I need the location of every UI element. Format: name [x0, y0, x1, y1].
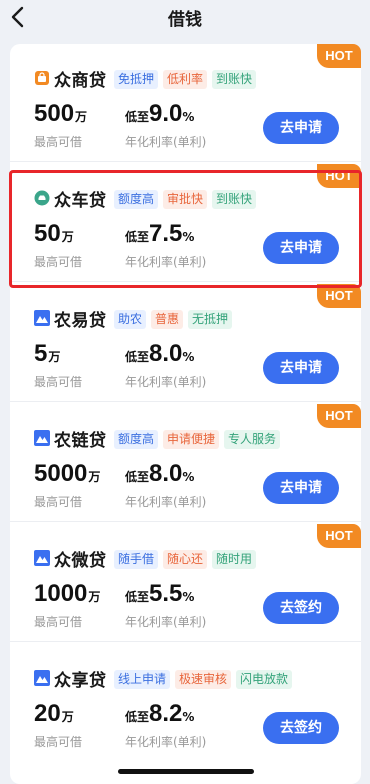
amount-label: 最高可借 — [34, 495, 83, 509]
product-card[interactable]: HOT 众商贷 免抵押 低利率 到账快 500万 最高可借 低至9.0% 年化利率(… — [10, 44, 361, 162]
feature-tags: 助农 普惠 无抵押 — [114, 310, 233, 329]
rate-unit: % — [182, 350, 195, 364]
product-name: 众微贷 — [54, 551, 107, 571]
feature-tags: 额度高 申请便捷 专人服务 — [114, 430, 281, 449]
feature-tag: 随时用 — [212, 550, 257, 569]
apply-button[interactable]: 去申请 — [263, 112, 339, 144]
max-amount: 5000万 — [34, 460, 100, 488]
amount-value: 20 — [34, 700, 61, 727]
feature-tag: 普惠 — [151, 310, 184, 329]
product-card[interactable]: HOT 农链贷 额度高 申请便捷 专人服务 5000万 最高可借 低至8.0% 年化… — [10, 404, 361, 522]
amount-unit: 万 — [61, 710, 74, 724]
product-name: 众享贷 — [54, 671, 107, 691]
feature-tags: 免抵押 低利率 到账快 — [114, 70, 257, 89]
apply-button[interactable]: 去申请 — [263, 352, 339, 384]
rate-label: 年化利率(单利) — [125, 495, 207, 509]
product-card[interactable]: 众享贷 线上申请 极速审核 闪电放款 20万 最高可借 低至8.2% 年化利率(单利… — [10, 644, 361, 762]
rate-label: 年化利率(单利) — [125, 375, 207, 389]
shop-bag-icon — [34, 70, 50, 86]
product-name: 农易贷 — [54, 311, 107, 331]
amount-label: 最高可借 — [34, 735, 83, 749]
mountain-icon — [34, 430, 50, 446]
rate-prefix: 低至 — [125, 590, 150, 604]
rate-label: 年化利率(单利) — [125, 615, 207, 629]
feature-tag: 低利率 — [163, 70, 208, 89]
amount-label: 最高可借 — [34, 615, 83, 629]
feature-tag: 申请便捷 — [163, 430, 220, 449]
feature-tag: 随手借 — [114, 550, 159, 569]
product-name: 农链贷 — [54, 431, 107, 451]
rate-unit: % — [182, 710, 195, 724]
feature-tags: 随手借 随心还 随时用 — [114, 550, 257, 569]
amount-value: 5 — [34, 340, 48, 367]
amount-unit: 万 — [75, 110, 88, 124]
apply-button[interactable]: 去申请 — [263, 472, 339, 504]
amount-unit: 万 — [88, 470, 101, 484]
feature-tag: 闪电放款 — [236, 670, 293, 689]
max-amount: 20万 — [34, 700, 74, 728]
feature-tag: 随心还 — [163, 550, 208, 569]
mountain-icon — [34, 670, 50, 686]
selection-highlight — [9, 170, 362, 288]
feature-tag: 专人服务 — [224, 430, 281, 449]
hot-badge: HOT — [317, 404, 361, 428]
page-title: 借钱 — [168, 10, 202, 30]
amount-value: 5000 — [34, 460, 88, 487]
nav-bar: 借钱 — [0, 0, 370, 32]
card-divider — [10, 521, 361, 522]
feature-tag: 极速审核 — [175, 670, 232, 689]
card-divider — [10, 161, 361, 162]
rate-unit: % — [182, 470, 195, 484]
amount-label: 最高可借 — [34, 135, 83, 149]
feature-tag: 到账快 — [212, 70, 257, 89]
amount-value: 500 — [34, 100, 75, 127]
mountain-icon — [34, 550, 50, 566]
card-divider — [10, 641, 361, 642]
rate-value: 8.0 — [149, 340, 183, 367]
feature-tag: 额度高 — [114, 430, 159, 449]
amount-value: 1000 — [34, 580, 88, 607]
interest-rate: 低至5.5% — [125, 580, 194, 608]
amount-unit: 万 — [48, 350, 61, 364]
rate-unit: % — [182, 110, 195, 124]
product-card[interactable]: HOT 众微贷 随手借 随心还 随时用 1000万 最高可借 低至5.5% 年化利率… — [10, 524, 361, 642]
interest-rate: 低至8.2% — [125, 700, 194, 728]
interest-rate: 低至8.0% — [125, 340, 194, 368]
feature-tag: 助农 — [114, 310, 147, 329]
max-amount: 1000万 — [34, 580, 100, 608]
rate-unit: % — [182, 590, 195, 604]
sign-button[interactable]: 去签约 — [263, 592, 339, 624]
feature-tags: 线上申请 极速审核 闪电放款 — [114, 670, 293, 689]
amount-unit: 万 — [88, 590, 101, 604]
amount-label: 最高可借 — [34, 375, 83, 389]
rate-prefix: 低至 — [125, 110, 150, 124]
product-name: 众商贷 — [54, 71, 107, 91]
mountain-icon — [34, 310, 50, 326]
rate-label: 年化利率(单利) — [125, 135, 207, 149]
feature-tag: 无抵押 — [188, 310, 233, 329]
rate-value: 9.0 — [149, 100, 183, 127]
rate-prefix: 低至 — [125, 710, 150, 724]
hot-badge: HOT — [317, 524, 361, 548]
rate-value: 5.5 — [149, 580, 183, 607]
rate-value: 8.0 — [149, 460, 183, 487]
max-amount: 500万 — [34, 100, 87, 128]
product-card[interactable]: HOT 农易贷 助农 普惠 无抵押 5万 最高可借 低至8.0% 年化利率(单利) … — [10, 284, 361, 402]
interest-rate: 低至8.0% — [125, 460, 194, 488]
home-indicator — [118, 769, 254, 774]
hot-badge: HOT — [317, 44, 361, 68]
max-amount: 5万 — [34, 340, 60, 368]
sign-button[interactable]: 去签约 — [263, 712, 339, 744]
rate-value: 8.2 — [149, 700, 183, 727]
interest-rate: 低至9.0% — [125, 100, 194, 128]
rate-label: 年化利率(单利) — [125, 735, 207, 749]
card-divider — [10, 401, 361, 402]
rate-prefix: 低至 — [125, 470, 150, 484]
feature-tag: 线上申请 — [114, 670, 171, 689]
feature-tag: 免抵押 — [114, 70, 159, 89]
rate-prefix: 低至 — [125, 350, 150, 364]
